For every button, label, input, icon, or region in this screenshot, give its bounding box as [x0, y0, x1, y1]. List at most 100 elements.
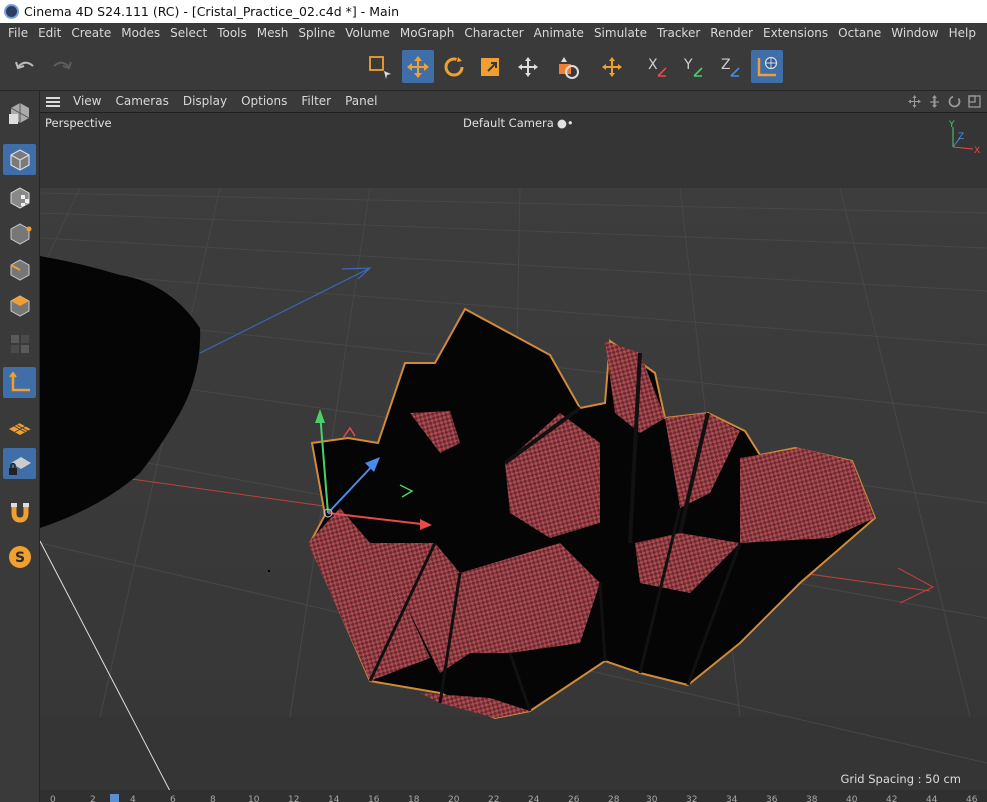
lock-x-axis-button[interactable]: X [641, 50, 673, 83]
coordinate-system-button[interactable] [751, 50, 783, 83]
viewport-menu-options[interactable]: Options [234, 91, 294, 112]
live-selection-button[interactable] [364, 50, 396, 83]
move-arrows-icon [407, 55, 429, 78]
menu-volume[interactable]: Volume [340, 23, 395, 44]
timeline-tick: 14 [328, 795, 340, 802]
menu-window[interactable]: Window [886, 23, 943, 44]
locked-workplane-button[interactable] [3, 448, 36, 479]
timeline-tick: 20 [448, 795, 460, 802]
scale-icon [481, 57, 499, 76]
scene-canvas[interactable] [40, 113, 987, 790]
viewport-menu-panel[interactable]: Panel [338, 91, 384, 112]
timeline-tick: 18 [408, 795, 420, 802]
edges-mode-icon [10, 258, 29, 281]
camera-icon: ●• [556, 116, 574, 130]
menu-extensions[interactable]: Extensions [758, 23, 833, 44]
model-mode-icon [9, 148, 30, 171]
undo-icon [15, 61, 34, 69]
timeline-tick: 4 [130, 795, 136, 802]
model-mode-button[interactable] [3, 144, 36, 175]
menu-tools[interactable]: Tools [212, 23, 252, 44]
timeline-tick: 6 [170, 795, 176, 802]
make-editable-button[interactable] [3, 97, 36, 128]
menu-help[interactable]: Help [944, 23, 981, 44]
solo-button[interactable]: S [3, 541, 36, 572]
menu-octane[interactable]: Octane [833, 23, 886, 44]
menu-simulate[interactable]: Simulate [589, 23, 652, 44]
menu-render[interactable]: Render [705, 23, 758, 44]
world-coordinates-icon [757, 56, 778, 76]
timeline-tick: 44 [926, 795, 938, 802]
workplane-button[interactable] [3, 412, 36, 443]
viewport-menu-bar: View Cameras Display Options Filter Pane… [40, 91, 987, 112]
menu-mesh[interactable]: Mesh [252, 23, 294, 44]
svg-text:X: X [648, 57, 658, 73]
pan-view-icon[interactable] [906, 93, 923, 110]
view-axis-gizmo: Y Z X [948, 120, 980, 156]
timeline-tick: 34 [726, 795, 738, 802]
axis-x-icon: X [648, 57, 667, 77]
axis-mode-icon [8, 370, 30, 391]
timeline-tick: 40 [846, 795, 858, 802]
uv-mode-button[interactable] [3, 328, 36, 359]
redo-button[interactable] [46, 50, 78, 83]
rotate-icon [444, 56, 464, 76]
polygons-mode-button[interactable] [3, 290, 36, 321]
viewport-menu-filter[interactable]: Filter [294, 91, 338, 112]
snap-axis-button[interactable] [596, 50, 628, 83]
menu-select[interactable]: Select [165, 23, 212, 44]
points-mode-button[interactable] [3, 218, 36, 249]
camera-label[interactable]: Default Camera ●• [463, 116, 574, 130]
lock-z-axis-button[interactable]: Z [714, 50, 746, 83]
snapping-button[interactable] [3, 496, 36, 527]
rotate-tool-button[interactable] [438, 50, 470, 83]
menu-create[interactable]: Create [66, 23, 116, 44]
menu-edit[interactable]: Edit [33, 23, 66, 44]
locked-workplane-icon [8, 456, 31, 475]
title-bar: Cinema 4D S24.111 (RC) - [Cristal_Practi… [0, 0, 987, 23]
menu-tracker[interactable]: Tracker [652, 23, 705, 44]
viewport-menu-display[interactable]: Display [176, 91, 234, 112]
grid-spacing-label: Grid Spacing : 50 cm [840, 772, 961, 786]
scale-tool-button[interactable] [474, 50, 506, 83]
menu-mograph[interactable]: MoGraph [395, 23, 460, 44]
cinema4d-window: Cinema 4D S24.111 (RC) - [Cristal_Practi… [0, 0, 987, 802]
svg-text:Y: Y [683, 57, 693, 73]
menu-character[interactable]: Character [459, 23, 528, 44]
timeline-ruler[interactable]: 0 2 4 6 8 10 12 14 16 18 20 22 24 26 28 … [40, 790, 987, 802]
axis-cross-icon [602, 56, 622, 77]
placement-tool-button[interactable] [551, 50, 583, 83]
menu-modes[interactable]: Modes [116, 23, 165, 44]
orbit-view-icon[interactable] [946, 93, 963, 110]
hamburger-menu-icon[interactable] [40, 91, 66, 112]
solo-icon: S [8, 545, 31, 568]
dolly-view-icon[interactable] [926, 93, 943, 110]
transform-tool-button[interactable] [512, 50, 544, 83]
lock-y-axis-button[interactable]: Y [677, 50, 709, 83]
workplane-icon [8, 422, 31, 435]
make-editable-icon [8, 102, 29, 124]
svg-text:Z: Z [721, 57, 731, 73]
timeline-tick: 2 [90, 795, 96, 802]
move-tool-button[interactable] [402, 50, 434, 83]
timeline-tick: 16 [368, 795, 380, 802]
menu-file[interactable]: File [3, 23, 33, 44]
undo-button[interactable] [9, 50, 41, 83]
maximize-view-icon[interactable] [966, 93, 983, 110]
timeline-tick: 0 [50, 795, 56, 802]
menu-spline[interactable]: Spline [293, 23, 340, 44]
timeline-tick: 26 [568, 795, 580, 802]
timeline-playhead[interactable] [110, 794, 119, 802]
edges-mode-button[interactable] [3, 254, 36, 285]
viewport-menu-view[interactable]: View [66, 91, 108, 112]
redo-icon [53, 61, 72, 69]
texture-mode-button[interactable] [3, 182, 36, 213]
timeline-tick: 12 [288, 795, 300, 802]
projection-label[interactable]: Perspective [45, 116, 112, 130]
menu-animate[interactable]: Animate [529, 23, 589, 44]
viewport-menu-cameras[interactable]: Cameras [108, 91, 175, 112]
timeline-tick: 46 [966, 795, 978, 802]
3d-viewport[interactable]: Perspective Default Camera ●• Y Z X Grid … [40, 112, 987, 790]
axis-mode-button[interactable] [3, 367, 36, 398]
viewport-navigation [906, 93, 983, 110]
